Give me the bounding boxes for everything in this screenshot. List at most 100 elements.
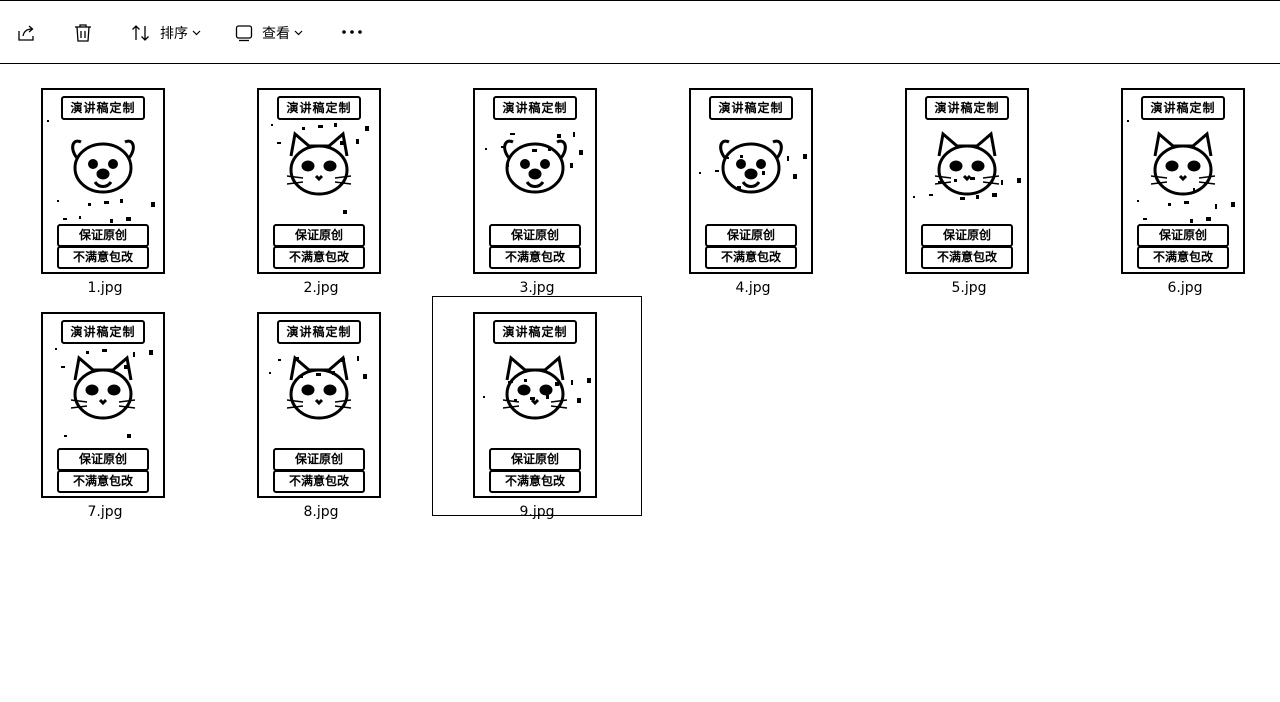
- thumbnail-texture: [954, 179, 957, 182]
- file-item[interactable]: 演讲稿定制 保证原创 不满意包改 3.jpg: [432, 72, 642, 296]
- file-item[interactable]: 演讲稿定制 保证原创 不满意包改 2.jpg: [216, 72, 426, 296]
- thumbnail-caption-revision: 不满意包改: [705, 246, 797, 269]
- file-item[interactable]: 演讲稿定制 保证原创 不满意包改 6.jpg: [1080, 72, 1280, 296]
- thumbnail-caption-original: 保证原创: [489, 448, 581, 471]
- thumbnail-texture: [510, 133, 515, 135]
- thumbnail-texture: [579, 150, 583, 155]
- view-button[interactable]: 查看: [234, 23, 303, 43]
- thumbnail-texture: [271, 124, 273, 126]
- thumbnail-texture: [1215, 204, 1217, 209]
- thumbnail-texture: [1168, 203, 1171, 206]
- thumbnail-texture: [151, 202, 155, 207]
- thumbnail-texture: [55, 348, 57, 350]
- thumbnail-caption-original: 保证原创: [921, 224, 1013, 247]
- share-button[interactable]: [16, 23, 38, 43]
- thumbnail-caption-revision: 不满意包改: [489, 470, 581, 493]
- file-thumbnail: 演讲稿定制 保证原创 不满意包改: [473, 88, 597, 274]
- thumbnail-texture: [929, 194, 933, 196]
- thumbnail-caption-revision: 不满意包改: [273, 470, 365, 493]
- more-horizontal-icon: [340, 27, 364, 37]
- thumbnail-texture: [294, 357, 299, 359]
- thumbnail-texture: [88, 203, 91, 206]
- thumbnail-texture: [341, 358, 345, 362]
- thumbnail-texture: [1193, 188, 1195, 192]
- chevron-down-icon: [294, 30, 303, 36]
- thumbnail-banner-text: 演讲稿定制: [1141, 96, 1225, 120]
- thumbnail-texture: [1231, 202, 1235, 207]
- thumbnail-texture: [573, 132, 575, 137]
- thumbnail-caption-revision: 不满意包改: [1137, 246, 1229, 269]
- thumbnail-caption-original: 保证原创: [57, 224, 149, 247]
- thumbnail-texture: [1127, 120, 1129, 122]
- thumbnail-texture: [124, 365, 129, 369]
- share-icon: [16, 23, 38, 43]
- file-item[interactable]: 演讲稿定制 保证原创 不满意包改 8.jpg: [216, 296, 426, 520]
- thumbnail-texture: [86, 351, 89, 354]
- thumbnail-texture: [61, 366, 65, 368]
- thumbnail-texture: [63, 218, 67, 220]
- view-label: 查看: [262, 26, 290, 42]
- thumbnail-texture: [332, 371, 335, 375]
- file-thumbnail: 演讲稿定制保证原创 不满意包改: [1121, 88, 1245, 274]
- file-name: 9.jpg: [519, 504, 555, 520]
- thumbnail-texture: [277, 142, 281, 144]
- thumbnail-texture: [343, 210, 347, 214]
- file-thumbnail: 演讲稿定制保证原创 不满意包改: [257, 312, 381, 498]
- thumbnail-texture: [291, 388, 293, 391]
- thumbnail-texture: [318, 125, 323, 128]
- thumbnail-caption-original: 保证原创: [1137, 224, 1229, 247]
- trash-icon: [72, 22, 94, 44]
- thumbnail-texture: [363, 374, 367, 379]
- thumbnail-texture: [1001, 180, 1003, 185]
- thumbnail-texture: [293, 140, 295, 143]
- thumbnail-texture: [555, 382, 559, 386]
- thumbnail-texture: [546, 395, 549, 399]
- more-options-button[interactable]: [340, 27, 364, 37]
- thumbnail-banner-text: 演讲稿定制: [277, 96, 361, 120]
- thumbnail-texture: [110, 219, 113, 223]
- thumbnail-texture: [133, 352, 135, 357]
- file-thumbnail: 演讲稿定制 保证原创 不满意包改: [257, 88, 381, 274]
- thumbnail-banner-text: 演讲稿定制: [493, 96, 577, 120]
- thumbnail-texture: [793, 174, 797, 179]
- thumbnail-texture: [365, 126, 369, 131]
- thumbnail-texture: [715, 170, 719, 172]
- thumbnail-texture: [530, 397, 535, 400]
- delete-button[interactable]: [72, 22, 94, 44]
- thumbnail-banner-text: 演讲稿定制: [277, 320, 361, 344]
- thumbnail-texture: [570, 163, 573, 168]
- file-item[interactable]: 演讲稿定制 保证原创 不满意包改 5.jpg: [864, 72, 1074, 296]
- file-name: 1.jpg: [87, 280, 123, 296]
- thumbnail-texture: [532, 149, 537, 152]
- thumbnail-texture: [120, 199, 123, 203]
- thumbnail-texture: [787, 156, 789, 161]
- file-thumbnail: 演讲稿定制 保证原创 不满意包改: [41, 88, 165, 274]
- cat-illustration: [1145, 128, 1221, 204]
- file-name: 2.jpg: [303, 280, 339, 296]
- sort-button[interactable]: 排序: [130, 22, 201, 44]
- thumbnail-texture: [508, 381, 513, 383]
- thumbnail-texture: [334, 123, 337, 127]
- thumbnail-texture: [483, 396, 485, 398]
- thumbnail-caption-original: 保证原创: [57, 448, 149, 471]
- file-item[interactable]: 演讲稿定制 保证原创 不满意包改 9.jpg: [432, 296, 642, 520]
- thumbnail-texture: [557, 134, 561, 138]
- thumbnail-texture: [724, 157, 729, 159]
- file-item[interactable]: 演讲稿定制 保证原创 不满意包改 4.jpg: [648, 72, 858, 296]
- file-item[interactable]: 演讲稿定制 保证原创 不满意包改 1.jpg: [0, 72, 210, 296]
- thumbnail-caption-original: 保证原创: [273, 448, 365, 471]
- thumbnail-caption-revision: 不满意包改: [489, 246, 581, 269]
- file-item[interactable]: 演讲稿定制 保证原创 不满意包改 7.jpg: [0, 296, 210, 520]
- thumbnail-texture: [340, 141, 345, 145]
- thumbnail-texture: [302, 127, 305, 130]
- file-grid: 演讲稿定制 保证原创 不满意包改 1.jpg 演讲稿定制 保证原创 不满意包改 2.jpg 演讲…: [0, 64, 1280, 702]
- thumbnail-texture: [740, 155, 743, 158]
- chevron-down-icon: [192, 30, 201, 36]
- file-name: 5.jpg: [951, 280, 987, 296]
- thumbnail-texture: [79, 216, 81, 219]
- thumbnail-texture: [269, 372, 271, 374]
- file-name: 4.jpg: [735, 280, 771, 296]
- thumbnail-texture: [64, 435, 67, 437]
- thumbnail-texture: [1143, 218, 1147, 220]
- thumbnail-texture: [127, 434, 131, 438]
